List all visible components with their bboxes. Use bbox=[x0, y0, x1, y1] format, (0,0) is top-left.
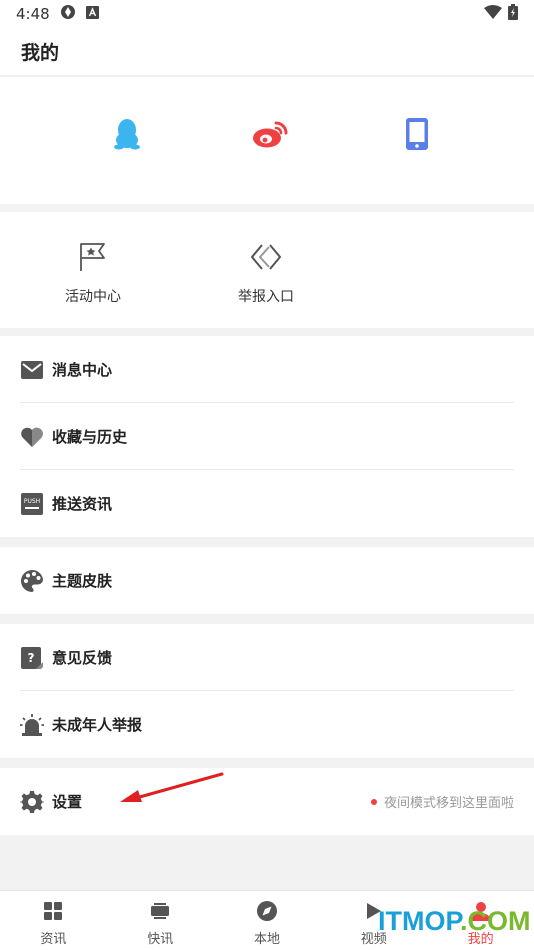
compass-icon bbox=[256, 900, 278, 922]
gear-icon bbox=[20, 790, 44, 814]
weibo-login-button[interactable] bbox=[252, 118, 288, 154]
qq-login-button[interactable] bbox=[110, 118, 144, 154]
tab-local[interactable]: 本地 bbox=[214, 891, 321, 950]
report-entry-button[interactable]: 举报入口 bbox=[206, 240, 326, 312]
tab-local-label: 本地 bbox=[253, 932, 280, 947]
tab-news[interactable]: 资讯 bbox=[0, 891, 107, 950]
report-arrows-icon bbox=[249, 240, 283, 274]
feedback-item[interactable]: ? 意见反馈 bbox=[0, 624, 534, 691]
status-bar: 4:48 bbox=[0, 0, 534, 28]
night-mode-hint-text: 夜间模式移到这里面啦 bbox=[383, 796, 514, 811]
settings-item[interactable]: 设置 夜间模式移到这里面啦 bbox=[0, 768, 534, 835]
palette-icon bbox=[20, 569, 44, 593]
qq-icon bbox=[113, 118, 141, 154]
grid-icon bbox=[42, 900, 64, 922]
message-center-label: 消息中心 bbox=[52, 361, 113, 379]
screen: 4:48 我的 活动中心 举报入口 消息中心 收藏与历史 PUSH 推送资讯 主… bbox=[0, 0, 534, 950]
phone-icon bbox=[405, 117, 429, 155]
mail-icon bbox=[20, 358, 44, 382]
tab-news-label: 资讯 bbox=[40, 932, 67, 947]
menu-group-settings: 设置 夜间模式移到这里面啦 bbox=[0, 768, 534, 835]
activity-center-button[interactable]: 活动中心 bbox=[33, 240, 153, 312]
watermark-part2: .COM bbox=[460, 906, 531, 936]
feedback-icon: ? bbox=[20, 646, 44, 670]
favorites-history-item[interactable]: 收藏与历史 bbox=[0, 403, 534, 470]
status-time: 4:48 bbox=[16, 5, 50, 23]
push-icon: PUSH bbox=[20, 492, 44, 516]
sync-icon bbox=[60, 4, 76, 24]
red-dot-icon bbox=[370, 798, 377, 805]
push-news-label: 推送资讯 bbox=[52, 495, 113, 513]
red-arrow-icon bbox=[120, 772, 224, 802]
favorites-history-label: 收藏与历史 bbox=[52, 428, 128, 446]
app-a-icon bbox=[85, 5, 99, 23]
heart-icon bbox=[20, 425, 44, 449]
menu-group-theme: 主题皮肤 bbox=[0, 547, 534, 614]
message-center-item[interactable]: 消息中心 bbox=[0, 336, 534, 403]
menu-group-content: 消息中心 收藏与历史 PUSH 推送资讯 bbox=[0, 336, 534, 537]
night-mode-hint: 夜间模式移到这里面啦 bbox=[370, 768, 514, 835]
push-news-item[interactable]: PUSH 推送资讯 bbox=[0, 470, 534, 537]
app-header: 我的 bbox=[0, 28, 534, 76]
theme-skin-item[interactable]: 主题皮肤 bbox=[0, 547, 534, 614]
report-entry-label: 举报入口 bbox=[238, 289, 294, 305]
minor-report-item[interactable]: 未成年人举报 bbox=[0, 691, 534, 758]
activity-center-label: 活动中心 bbox=[65, 289, 121, 305]
wifi-icon bbox=[484, 5, 502, 23]
svg-text:PUSH: PUSH bbox=[24, 498, 40, 505]
watermark-part1: ITMOP bbox=[378, 906, 461, 936]
theme-skin-label: 主题皮肤 bbox=[52, 572, 113, 590]
settings-label: 设置 bbox=[52, 793, 83, 811]
minor-report-label: 未成年人举报 bbox=[52, 716, 143, 734]
tab-flash-label: 快讯 bbox=[147, 932, 174, 947]
battery-icon bbox=[508, 4, 518, 24]
tab-flash[interactable]: 快讯 bbox=[107, 891, 214, 950]
alarm-light-icon bbox=[20, 713, 44, 737]
tv-icon bbox=[149, 900, 171, 922]
watermark-logo: ITMOP.COM bbox=[378, 906, 531, 937]
page-title: 我的 bbox=[21, 42, 60, 64]
feedback-label: 意见反馈 bbox=[52, 649, 113, 667]
flag-star-icon bbox=[76, 240, 110, 274]
menu-group-feedback: ? 意见反馈 未成年人举报 bbox=[0, 624, 534, 758]
phone-login-button[interactable] bbox=[400, 118, 434, 154]
weibo-icon bbox=[252, 119, 288, 153]
svg-text:?: ? bbox=[28, 651, 35, 665]
